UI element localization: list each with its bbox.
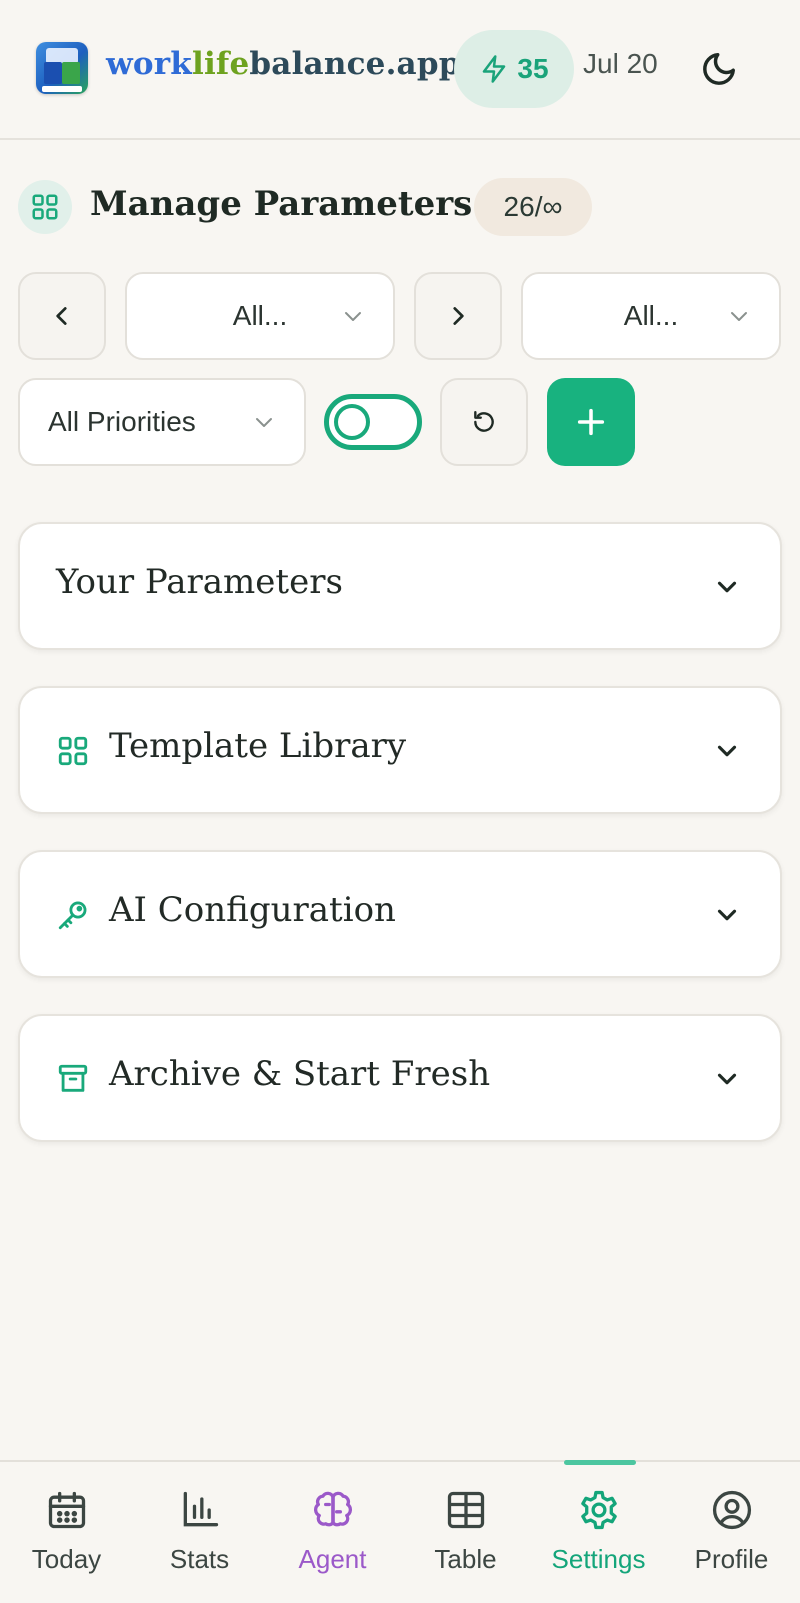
brand-name[interactable]: worklifebalance.app: [106, 46, 461, 82]
chevron-down-icon: [717, 1073, 737, 1085]
refresh-icon: [474, 411, 494, 432]
title-icon-wrap: [18, 180, 72, 234]
chevron-down-icon: [717, 909, 737, 921]
reset-button[interactable]: [440, 378, 528, 466]
section-your-parameters[interactable]: Your Parameters: [18, 522, 782, 650]
secondary-select-value: All...: [623, 300, 679, 331]
chevron-down-icon: [717, 745, 737, 757]
table-icon: [447, 1491, 484, 1529]
section-title: Template Library: [109, 726, 407, 766]
app-header: worklifebalance.app 35 Jul 20: [0, 0, 800, 140]
chevron-down-icon: [345, 312, 361, 321]
grid-icon: [32, 194, 58, 220]
brand-part-work: work: [106, 46, 192, 82]
current-date[interactable]: Jul 20: [583, 48, 658, 80]
toggle-knob: [334, 404, 370, 440]
previous-button[interactable]: [18, 272, 106, 360]
active-tab-indicator: [564, 1460, 636, 1465]
brand-part-balance: balance.app: [249, 46, 461, 82]
add-parameter-button[interactable]: [547, 378, 635, 466]
chevron-down-icon: [731, 312, 747, 321]
archive-icon: [58, 1064, 88, 1092]
nav-table[interactable]: Table: [399, 1488, 532, 1588]
nav-settings[interactable]: Settings: [532, 1488, 665, 1588]
priority-select-value: All Priorities: [48, 406, 196, 437]
filter-toggle[interactable]: [324, 394, 422, 450]
nav-label: Agent: [298, 1544, 367, 1574]
app-logo[interactable]: [36, 42, 88, 94]
bar-chart-icon: [183, 1491, 218, 1527]
secondary-select[interactable]: All...: [521, 272, 781, 360]
section-ai-configuration[interactable]: AI Configuration: [18, 850, 782, 978]
nav-today[interactable]: Today: [0, 1488, 133, 1588]
nav-label: Settings: [551, 1544, 646, 1574]
next-button[interactable]: [414, 272, 502, 360]
category-select[interactable]: All...: [125, 272, 395, 360]
nav-label: Profile: [694, 1544, 769, 1574]
category-select-value: All...: [232, 300, 288, 331]
brain-icon: [313, 1491, 352, 1527]
section-title: Archive & Start Fresh: [109, 1054, 491, 1094]
nav-profile[interactable]: Profile: [665, 1488, 798, 1588]
priority-select[interactable]: All Priorities: [18, 378, 306, 466]
energy-badge[interactable]: 35: [454, 30, 574, 108]
nav-agent[interactable]: Agent: [266, 1488, 399, 1588]
chevron-down-icon: [717, 581, 737, 593]
plus-icon: [577, 408, 605, 436]
chevron-down-icon: [256, 418, 272, 427]
chevron-right-icon: [453, 307, 464, 325]
calendar-icon: [48, 1491, 85, 1529]
lightning-icon: [483, 55, 506, 83]
grid-icon: [58, 736, 88, 766]
nav-label: Today: [31, 1544, 102, 1574]
section-archive-start-fresh[interactable]: Archive & Start Fresh: [18, 1014, 782, 1142]
user-circle-icon: [712, 1490, 751, 1530]
moon-icon[interactable]: [700, 50, 738, 88]
page-title: Manage Parameters: [90, 184, 473, 224]
gear-icon: [580, 1490, 617, 1530]
nav-label: Table: [434, 1544, 497, 1574]
section-title: Your Parameters: [56, 562, 343, 602]
brand-part-life: life: [191, 46, 250, 82]
section-template-library[interactable]: Template Library: [18, 686, 782, 814]
parameter-count-badge: 26/∞: [474, 178, 592, 236]
nav-stats[interactable]: Stats: [133, 1488, 266, 1588]
chevron-left-icon: [56, 307, 67, 325]
section-title: AI Configuration: [109, 890, 396, 930]
key-icon: [58, 901, 87, 930]
energy-count: 35: [517, 53, 549, 84]
nav-label: Stats: [169, 1544, 230, 1574]
